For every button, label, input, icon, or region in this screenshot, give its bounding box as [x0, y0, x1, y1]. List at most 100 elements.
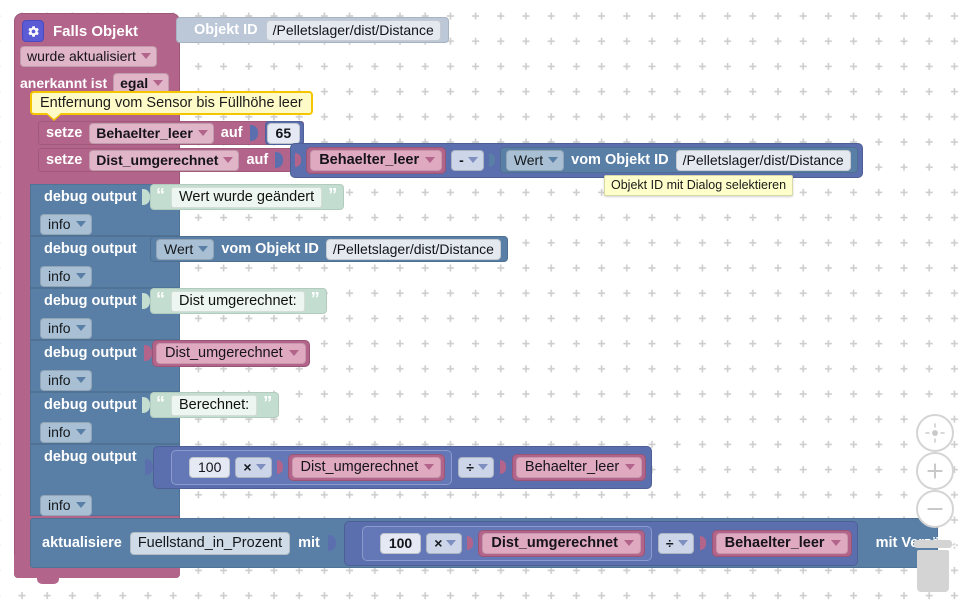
variable-name-6b: Behaelter_leer — [524, 458, 620, 475]
string-connector-3 — [142, 293, 150, 309]
debug-severity-dropdown-6[interactable]: info — [40, 495, 92, 516]
comment-block[interactable]: Entfernung vom Sensor bis Füllhöhe leer — [30, 91, 313, 115]
operator-symbol-divide-update: ÷ — [665, 534, 674, 551]
getvalue-connector-2 — [142, 241, 150, 257]
variable-block-behaelter-leer-6[interactable]: Behaelter_leer — [511, 453, 647, 481]
set-variable-dropdown-2[interactable]: Dist_umgerechnet — [89, 149, 240, 171]
number-block-65[interactable]: 65 — [264, 121, 305, 145]
string-block-5[interactable]: “ Berechnet: ” — [150, 392, 280, 418]
zoom-in-button[interactable] — [916, 452, 954, 490]
string-connector-1 — [142, 189, 150, 205]
chevron-down-icon — [197, 129, 208, 136]
string-field-5[interactable]: Berechnet: — [171, 394, 258, 416]
operator-dropdown-multiply-update[interactable]: × — [426, 532, 463, 554]
tooltip-text: Objekt ID mit Dialog selektieren — [611, 178, 787, 192]
get-value-block-row2[interactable]: Wert vom Objekt ID /Pelletslager/dist/Di… — [499, 147, 858, 173]
chevron-down-icon — [198, 245, 209, 252]
operator-dropdown-divide-update[interactable]: ÷ — [657, 532, 694, 554]
debug-severity-value-1: info — [48, 216, 71, 232]
quote-open-icon: “ — [156, 289, 165, 309]
trigger-objekt-id-block[interactable]: Objekt ID /Pelletslager/dist/Distance — [176, 17, 449, 43]
variable-connector-4 — [144, 345, 152, 361]
value-connector-2 — [275, 152, 284, 168]
variable-block-dist-umgerechnet-4[interactable]: Dist_umgerechnet — [152, 339, 310, 367]
variable-block-behaelter-leer-update[interactable]: Behaelter_leer — [711, 529, 852, 557]
get-value-attribute-dropdown-2[interactable]: Wert — [156, 238, 215, 260]
arithmetic-block-divide-update[interactable]: 100 × Dist_umgerechnet ÷ Behaelter_leer — [343, 520, 858, 566]
set-variable-dropdown-1[interactable]: Behaelter_leer — [89, 122, 214, 144]
debug-severity-dropdown-4[interactable]: info — [40, 370, 92, 391]
string-field-1[interactable]: Wert wurde geändert — [171, 186, 323, 208]
variable-dropdown-update-b[interactable]: Behaelter_leer — [715, 532, 848, 554]
operator-dropdown-multiply-6[interactable]: × — [235, 456, 272, 478]
update-target-field[interactable]: Fuellstand_in_Prozent — [129, 531, 291, 555]
operator-dropdown-subtract[interactable]: - — [451, 149, 484, 171]
update-with-label: mit — [298, 535, 320, 551]
arithmetic-block-multiply-update[interactable]: 100 × Dist_umgerechnet — [361, 525, 652, 561]
chevron-down-icon — [467, 156, 478, 163]
debug-arg-5[interactable]: “ Berechnet: ” — [142, 392, 280, 418]
string-block-3[interactable]: “ Dist umgerechnet: ” — [150, 288, 327, 314]
string-field-3[interactable]: Dist umgerechnet: — [171, 290, 305, 312]
arithmetic-block-divide-6[interactable]: 100 × Dist_umgerechnet ÷ Behaelter_leer — [153, 445, 653, 489]
trash-body — [917, 550, 949, 592]
debug-arg-6[interactable]: 100 × Dist_umgerechnet ÷ Behaelter_leer — [145, 445, 653, 489]
debug-output-label-6: debug output — [44, 449, 137, 465]
debug-output-label-2: debug output — [44, 241, 137, 257]
debug-arg-4[interactable]: Dist_umgerechnet — [144, 339, 310, 367]
number-field-65[interactable]: 65 — [266, 122, 301, 144]
multiply-left-connector — [178, 460, 184, 474]
trash-icon[interactable] — [912, 540, 954, 592]
get-value-block-row-2[interactable]: Wert vom Objekt ID /Pelletslager/dist/Di… — [150, 236, 508, 262]
plus-icon — [927, 463, 943, 479]
gear-icon[interactable] — [22, 20, 44, 42]
variable-dropdown-6a[interactable]: Dist_umgerechnet — [291, 456, 442, 478]
operator-symbol: - — [459, 151, 464, 168]
chevron-down-icon — [424, 463, 435, 470]
variable-block-behaelter-leer-a[interactable]: Behaelter_leer — [306, 146, 447, 174]
zoom-out-button[interactable] — [916, 490, 954, 528]
string-block-1[interactable]: “ Wert wurde geändert ” — [150, 184, 345, 210]
debug-severity-dropdown-1[interactable]: info — [40, 214, 92, 235]
operator-dropdown-divide-6[interactable]: ÷ — [458, 456, 494, 478]
divide-right-connector — [499, 460, 506, 474]
chevron-down-icon — [255, 463, 266, 470]
variable-dropdown-4[interactable]: Dist_umgerechnet — [156, 342, 306, 364]
trigger-title-label: Falls Objekt — [53, 22, 139, 40]
zoom-center-button[interactable] — [916, 414, 954, 452]
get-value-objekt-id-field-2[interactable]: /Pelletslager/dist/Distance — [325, 238, 501, 260]
value-connector-1 — [249, 125, 258, 141]
debug-severity-dropdown-2[interactable]: info — [40, 266, 92, 287]
center-target-icon — [925, 423, 945, 443]
set-variable-row-2[interactable]: setze Dist_umgerechnet auf Behaelter_lee… — [38, 142, 863, 178]
chevron-down-icon — [288, 349, 299, 356]
right-operand-connector — [488, 153, 495, 167]
debug-severity-value-2: info — [48, 268, 71, 284]
set-variable-row-1[interactable]: setze Behaelter_leer auf 65 — [38, 121, 305, 145]
variable-dropdown[interactable]: Behaelter_leer — [310, 149, 443, 171]
chevron-down-icon — [153, 79, 164, 86]
number-field-100-update[interactable]: 100 — [379, 532, 422, 554]
arithmetic-block-subtract[interactable]: Behaelter_leer - Wert vom Objekt ID /Pel… — [290, 142, 863, 178]
quote-open-icon: “ — [156, 185, 165, 205]
variable-block-dist-umgerechnet-6[interactable]: Dist_umgerechnet — [287, 453, 446, 481]
debug-arg-2[interactable]: Wert vom Objekt ID /Pelletslager/dist/Di… — [142, 236, 508, 262]
variable-dropdown-6b[interactable]: Behaelter_leer — [515, 456, 643, 478]
number-field-100-debug[interactable]: 100 — [189, 456, 231, 478]
update-state-row[interactable]: aktualisiere Fuellstand_in_Prozent mit 1… — [30, 518, 962, 568]
get-value-objekt-id-field[interactable]: /Pelletslager/dist/Distance — [675, 149, 851, 171]
objekt-id-value-field[interactable]: /Pelletslager/dist/Distance — [265, 19, 441, 41]
debug-output-label-1: debug output — [44, 189, 137, 205]
debug-severity-dropdown-3[interactable]: info — [40, 318, 92, 339]
chevron-down-icon — [75, 377, 86, 383]
debug-arg-1[interactable]: “ Wert wurde geändert ” — [142, 184, 345, 210]
debug-severity-dropdown-5[interactable]: info — [40, 422, 92, 443]
operator-symbol-multiply-update: × — [434, 534, 443, 551]
variable-dropdown-update-a[interactable]: Dist_umgerechnet — [482, 532, 641, 554]
variable-block-dist-umgerechnet-update[interactable]: Dist_umgerechnet — [478, 529, 645, 557]
trigger-condition-dropdown[interactable]: wurde aktualisiert — [20, 46, 157, 67]
debug-arg-3[interactable]: “ Dist umgerechnet: ” — [142, 288, 327, 314]
get-value-attribute-dropdown[interactable]: Wert — [505, 149, 565, 171]
arithmetic-block-multiply-6[interactable]: 100 × Dist_umgerechnet — [171, 449, 453, 485]
auf-label-1: auf — [220, 125, 243, 141]
